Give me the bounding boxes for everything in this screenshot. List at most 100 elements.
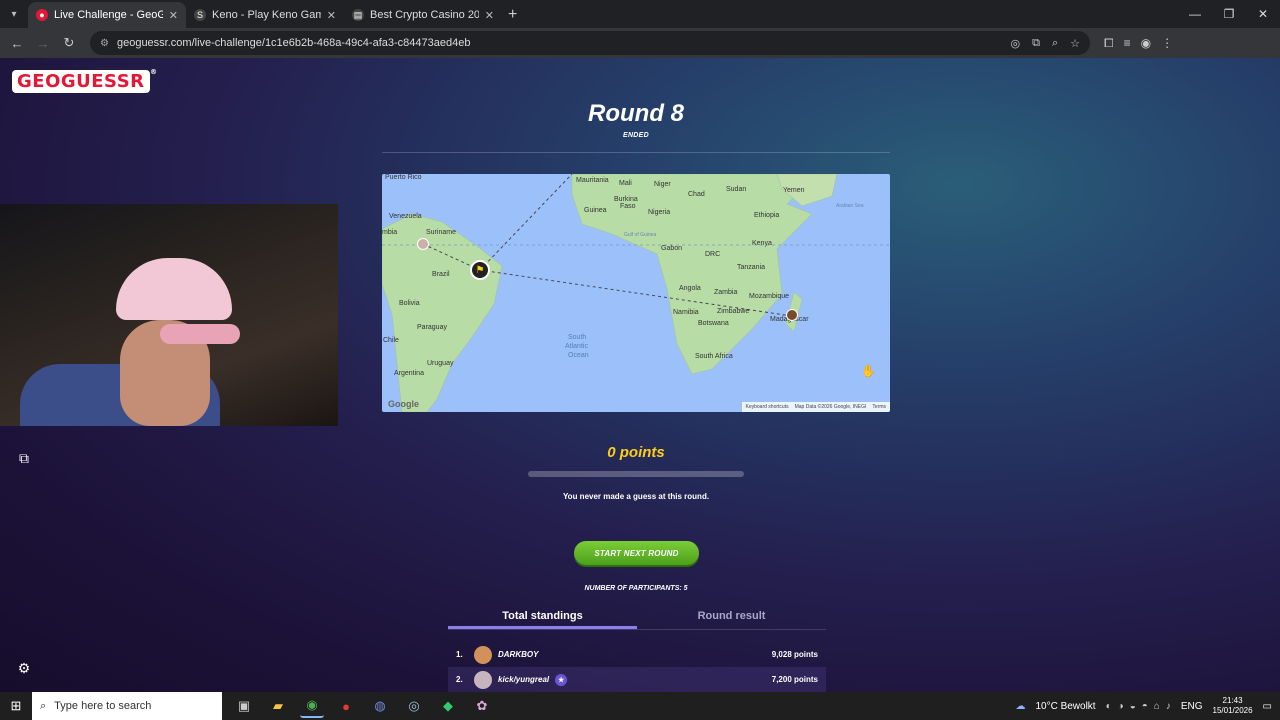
opera-icon[interactable]: ● — [334, 694, 358, 718]
tab-round-result[interactable]: Round result — [637, 604, 826, 629]
eye-off-icon[interactable]: ◎ — [1010, 37, 1020, 50]
tab-total-standings[interactable]: Total standings — [448, 604, 637, 629]
map-label: Burkina — [614, 196, 638, 203]
steam-icon[interactable]: ◎ — [402, 694, 426, 718]
search-icon: ⌕ — [40, 699, 47, 712]
map-label: South — [568, 334, 587, 341]
map-label: Arabian Sea — [836, 203, 864, 209]
forward-icon[interactable]: → — [32, 32, 54, 54]
restore-icon[interactable]: ❐ — [1212, 0, 1246, 28]
avatar — [474, 645, 492, 664]
tab-keno[interactable]: S Keno - Play Keno Game Online ✕ — [186, 2, 344, 28]
correct-location-flag-icon[interactable]: ⚑ — [470, 260, 490, 280]
window-controls: — ❐ ✕ — [1178, 0, 1280, 28]
map-label: Mozambique — [749, 293, 790, 300]
map-label: Venezuela — [389, 213, 422, 220]
windows-start-icon[interactable]: ⊞ — [0, 692, 32, 720]
zoom-icon[interactable]: ⌕ — [1052, 37, 1058, 50]
map-label: Zambia — [714, 289, 738, 296]
map-label: Sudan — [726, 186, 747, 193]
minimize-icon[interactable]: — — [1178, 0, 1212, 28]
language-indicator[interactable]: ENG — [1181, 701, 1203, 712]
map-label: Tanzania — [737, 264, 766, 271]
close-tab-icon[interactable]: ✕ — [327, 9, 336, 22]
system-tray: ☁ 10°C Bewolkt ◐ ◑ ◒ ◓ ⌂ ♪ ENG 21:43 15/… — [1015, 696, 1280, 716]
map-label: Uruguay — [427, 360, 454, 367]
weather-icon[interactable]: ☁ — [1015, 701, 1025, 712]
geoguessr-logo[interactable]: GEOGUESSR ® — [12, 68, 157, 93]
file-explorer-icon[interactable]: ▰ — [266, 694, 290, 718]
pro-star-icon: ★ — [555, 673, 568, 686]
close-tab-icon[interactable]: ✕ — [169, 9, 178, 22]
settings-gear-icon[interactable]: ⚙ — [14, 658, 34, 678]
logo-text: GEOGUESSR — [17, 71, 145, 92]
clock[interactable]: 21:43 15/01/2026 — [1213, 696, 1253, 716]
start-next-round-button[interactable]: START NEXT ROUND — [574, 541, 699, 565]
back-icon[interactable]: ← — [6, 32, 28, 54]
discord-icon[interactable]: ◍ — [368, 694, 392, 718]
clock-time: 21:43 — [1222, 696, 1243, 705]
tab-bitfo[interactable]: ▤ Best Crypto Casino 2026 | Bitfo ✕ — [344, 2, 502, 28]
tray-app-icon[interactable]: ◒ — [1130, 701, 1136, 712]
standings-row[interactable]: 1. DARKBOY 9,028 points — [448, 642, 826, 667]
media-control-icon[interactable]: ≡ — [1124, 36, 1131, 51]
obs-icon[interactable]: ✿ — [470, 694, 494, 718]
browser-toolbar: ← → ↻ ⚙ geoguessr.com/live-challenge/1c1… — [0, 28, 1280, 58]
geoguessr-page: GEOGUESSR ® Round 8 ENDED Puerto Rico Ven… — [0, 58, 1280, 692]
bookmark-star-icon[interactable]: ☆ — [1070, 37, 1080, 50]
url-bar[interactable]: ⚙ geoguessr.com/live-challenge/1c1e6b2b-… — [90, 31, 1090, 55]
map-label: Faso — [620, 203, 636, 210]
bitfo-favicon-icon: ▤ — [352, 9, 364, 21]
map-label: Zimbabwe — [717, 308, 750, 315]
round-title: Round 8 — [588, 100, 684, 127]
browser-tabbar: ▾ ● Live Challenge - GeoGuessr ✕ S Keno … — [0, 0, 1280, 28]
site-info-icon[interactable]: ⚙ — [100, 38, 109, 49]
clock-date: 15/01/2026 — [1212, 706, 1253, 715]
taskbar-search[interactable]: ⌕ Type here to search — [32, 692, 222, 720]
map-label: South Africa — [695, 353, 733, 360]
tab-geoguessr[interactable]: ● Live Challenge - GeoGuessr ✕ — [28, 2, 186, 28]
terms-link[interactable]: Terms — [872, 404, 886, 410]
map-label: Yemen — [783, 187, 805, 194]
tray-app-icon[interactable]: ◐ — [1106, 701, 1112, 712]
taskbar-apps: ▣ ▰ ◉ ● ◍ ◎ ◆ ✿ — [232, 694, 494, 718]
menu-icon[interactable]: ⋮ — [1161, 36, 1173, 51]
no-guess-note: You never made a guess at this round. — [562, 492, 710, 501]
reload-icon[interactable]: ↻ — [58, 32, 80, 54]
weather-text[interactable]: 10°C Bewolkt — [1035, 701, 1095, 712]
close-tab-icon[interactable]: ✕ — [485, 9, 494, 22]
install-app-icon[interactable]: ⧉ — [1032, 37, 1040, 50]
map-label: Ethiopia — [754, 212, 780, 219]
standings-row[interactable]: 2. kick/yungreal ★ 7,200 points — [448, 667, 826, 692]
profile-icon[interactable]: ◉ — [1141, 36, 1151, 51]
extensions-icon[interactable]: ⧠ — [1104, 36, 1114, 51]
tray-app-icon[interactable]: ◓ — [1142, 701, 1148, 712]
chrome-icon[interactable]: ◉ — [300, 694, 324, 718]
points-text: 0 points — [607, 444, 665, 461]
notifications-icon[interactable]: ▭ — [1263, 701, 1272, 712]
result-map[interactable]: Puerto Rico Venezuela Suriname mbia Braz… — [382, 174, 890, 412]
tab-title: Live Challenge - GeoGuessr — [54, 9, 163, 21]
tray-icons: ◐ ◑ ◒ ◓ ⌂ ♪ — [1106, 701, 1171, 712]
player-guess-pin[interactable] — [417, 238, 429, 250]
player-guess-pin[interactable] — [786, 309, 798, 321]
geoguessr-favicon-icon: ● — [36, 9, 48, 21]
logo-mark: ® — [150, 68, 158, 76]
task-view-icon[interactable]: ▣ — [232, 694, 256, 718]
tab-title: Best Crypto Casino 2026 | Bitfo — [370, 9, 479, 21]
tab-search-icon[interactable]: ▾ — [0, 0, 28, 28]
new-tab-button[interactable]: + — [508, 2, 517, 28]
windows-taskbar: ⊞ ⌕ Type here to search ▣ ▰ ◉ ● ◍ ◎ ◆ ✿ … — [0, 692, 1280, 720]
tab-title: Keno - Play Keno Game Online — [212, 9, 321, 21]
keyboard-shortcuts-link[interactable]: Keyboard shortcuts — [746, 404, 789, 410]
player-name: DARKBOY — [498, 650, 539, 659]
network-icon[interactable]: ⌂ — [1154, 701, 1160, 712]
app-icon[interactable]: ◆ — [436, 694, 460, 718]
volume-icon[interactable]: ♪ — [1166, 701, 1171, 712]
points-progress-bar — [528, 471, 744, 477]
url-text: geoguessr.com/live-challenge/1c1e6b2b-46… — [116, 37, 471, 49]
player-name: kick/yungreal — [498, 675, 550, 684]
close-window-icon[interactable]: ✕ — [1246, 0, 1280, 28]
map-label: Suriname — [426, 229, 456, 236]
tray-app-icon[interactable]: ◑ — [1118, 701, 1124, 712]
